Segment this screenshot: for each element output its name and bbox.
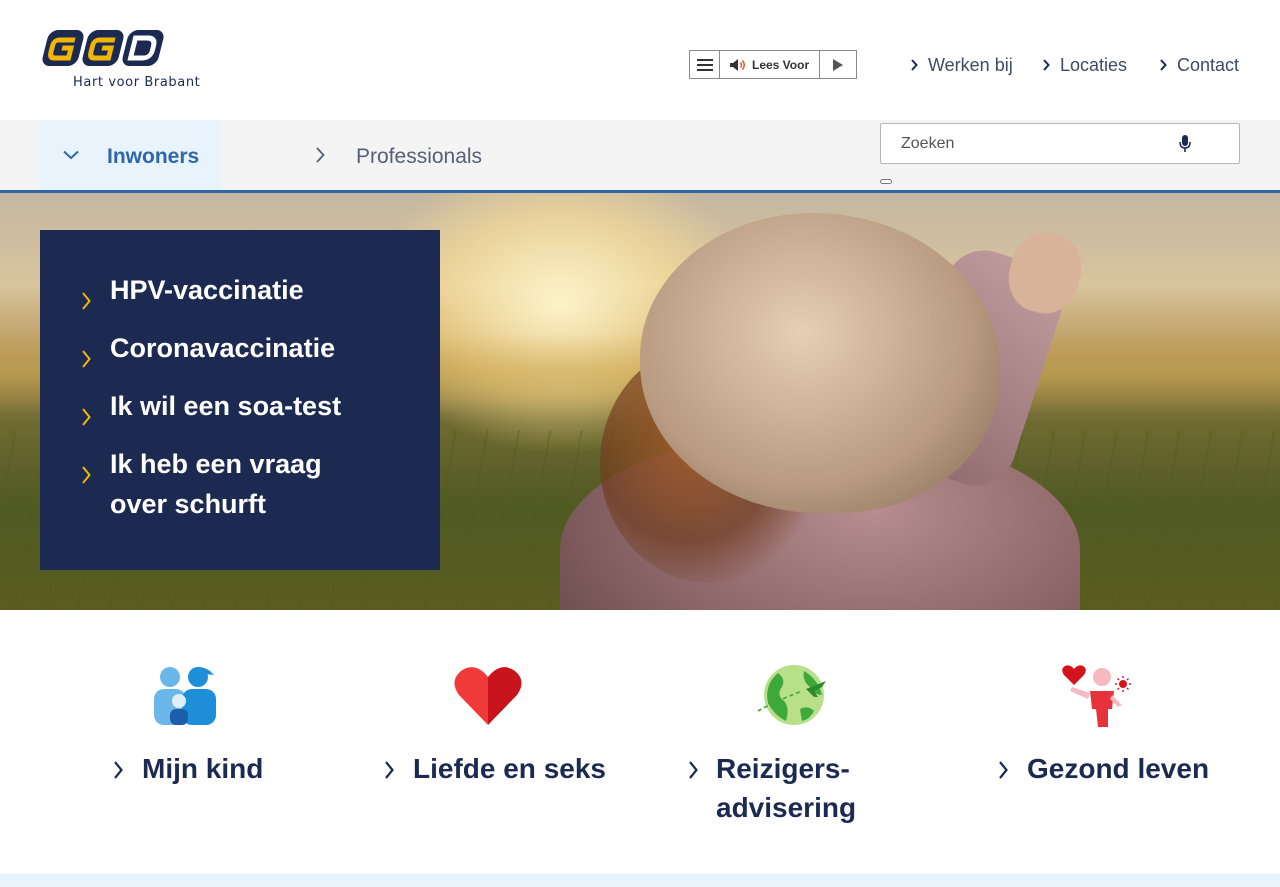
hero-banner: HPV-vaccinatie Coronavaccinatie Ik wil e… [0, 193, 1280, 610]
theme-label: Gezond leven [1027, 753, 1210, 784]
theme-tiles: Mijn kind Liefde en seks Reizigers-advis… [0, 610, 1280, 874]
tab-professionals-label: Professionals [356, 145, 483, 168]
readspeaker-play-button[interactable] [820, 51, 856, 78]
family-icon [148, 665, 220, 730]
theme-label: Mijn kind [142, 753, 264, 784]
logo-tagline: Hart voor Brabant [73, 75, 201, 90]
readspeaker-widget: Lees Voor [689, 50, 857, 79]
search-toggle[interactable] [880, 179, 892, 184]
quick-link-label: Coronavaccinatie [110, 333, 336, 363]
quick-link-label: Ik wil een soa-test [110, 391, 342, 421]
audience-nav: Inwoners Professionals [0, 120, 1280, 193]
speaker-icon [730, 58, 745, 71]
search-box [880, 123, 1240, 164]
topnav-werken-bij-label: Werken bij [928, 54, 1013, 75]
tab-inwoners[interactable]: Inwoners [40, 120, 221, 190]
readspeaker-listen-button[interactable]: Lees Voor [720, 51, 820, 78]
topnav-contact-label: Contact [1177, 54, 1240, 75]
chevron-right-icon [998, 761, 1008, 784]
heart-icon [453, 665, 523, 732]
chevron-right-icon [113, 761, 123, 784]
quick-links-panel: HPV-vaccinatie Coronavaccinatie Ik wil e… [40, 230, 440, 570]
chevron-right-icon [81, 281, 91, 321]
footer-strip [0, 874, 1280, 887]
quick-link-label: Ik heb een vraag over schurft [110, 449, 322, 519]
topnav-locaties[interactable]: Locaties [1042, 52, 1127, 78]
quick-link-soa-test[interactable]: Ik wil een soa-test [40, 386, 440, 426]
readspeaker-listen-label: Lees Voor [752, 57, 810, 72]
ggd-logo-mark [42, 30, 164, 66]
chevron-right-icon [688, 761, 698, 784]
quick-link-schurft[interactable]: Ik heb een vraag over schurft [40, 444, 380, 524]
quick-link-corona[interactable]: Coronavaccinatie [40, 328, 440, 368]
chevron-down-icon [63, 147, 79, 165]
tab-professionals[interactable]: Professionals [300, 120, 520, 190]
topnav-werken-bij[interactable]: Werken bij [910, 52, 1013, 78]
tab-inwoners-label: Inwoners [107, 145, 200, 168]
chevron-right-icon [315, 147, 325, 168]
chevron-right-icon [81, 339, 91, 379]
theme-label: Liefde en seks [413, 753, 606, 784]
topnav-contact[interactable]: Contact [1159, 52, 1239, 78]
site-header: Hart voor Brabant Lees Voor Werken bij L… [0, 0, 1280, 120]
chevron-right-icon [81, 455, 91, 495]
chevron-right-icon [1159, 59, 1173, 71]
chevron-right-icon [384, 761, 394, 784]
quick-link-label: HPV-vaccinatie [110, 275, 304, 305]
healthy-person-icon [1060, 665, 1134, 732]
chevron-right-icon [910, 59, 924, 71]
topnav-locaties-label: Locaties [1060, 54, 1128, 75]
hero-photo-child-hat [640, 213, 1000, 513]
chevron-right-icon [1042, 59, 1056, 71]
globe-plane-icon [756, 665, 828, 732]
readspeaker-menu-button[interactable] [690, 51, 720, 78]
play-icon [833, 58, 843, 71]
quick-link-hpv[interactable]: HPV-vaccinatie [40, 270, 440, 310]
hamburger-icon [696, 58, 713, 71]
ggd-logo[interactable]: Hart voor Brabant [40, 28, 220, 94]
theme-label: Reizigers-advisering [716, 753, 857, 823]
microphone-icon[interactable] [1179, 135, 1191, 158]
search-input[interactable] [901, 133, 1171, 155]
chevron-right-icon [81, 397, 91, 437]
